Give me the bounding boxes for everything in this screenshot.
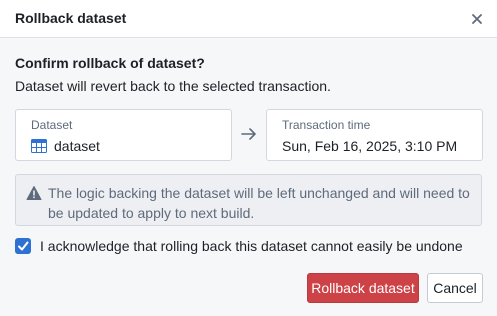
dialog-header: Rollback dataset bbox=[0, 0, 497, 38]
close-button[interactable] bbox=[467, 9, 487, 29]
rollback-dataset-button[interactable]: Rollback dataset bbox=[307, 273, 419, 303]
warning-text: The logic backing the dataset will be le… bbox=[48, 185, 470, 221]
dialog-title: Rollback dataset bbox=[15, 10, 127, 26]
confirm-heading: Confirm rollback of dataset? bbox=[15, 55, 205, 71]
acknowledge-checkbox[interactable] bbox=[15, 238, 31, 254]
acknowledge-row[interactable]: I acknowledge that rolling back this dat… bbox=[15, 238, 463, 254]
dataset-value-row: dataset bbox=[31, 138, 100, 154]
checkmark-icon bbox=[18, 241, 29, 251]
dataset-label: Dataset bbox=[31, 118, 73, 132]
dataset-card: Dataset dataset bbox=[15, 109, 232, 161]
dataset-name: dataset bbox=[54, 138, 100, 154]
confirm-description: Dataset will revert back to the selected… bbox=[15, 78, 331, 94]
warning-callout: The logic backing the dataset will be le… bbox=[15, 174, 482, 226]
rollback-dialog: Rollback dataset Confirm rollback of dat… bbox=[0, 0, 497, 316]
transaction-label: Transaction time bbox=[282, 118, 371, 132]
acknowledge-label: I acknowledge that rolling back this dat… bbox=[40, 238, 463, 254]
transaction-card: Transaction time Sun, Feb 16, 2025, 3:10… bbox=[266, 109, 483, 161]
arrow-right-icon bbox=[241, 128, 256, 140]
transaction-time: Sun, Feb 16, 2025, 3:10 PM bbox=[282, 138, 458, 154]
table-icon bbox=[31, 139, 47, 153]
close-icon bbox=[472, 14, 482, 24]
warning-icon bbox=[26, 186, 42, 200]
cancel-button[interactable]: Cancel bbox=[427, 273, 483, 303]
